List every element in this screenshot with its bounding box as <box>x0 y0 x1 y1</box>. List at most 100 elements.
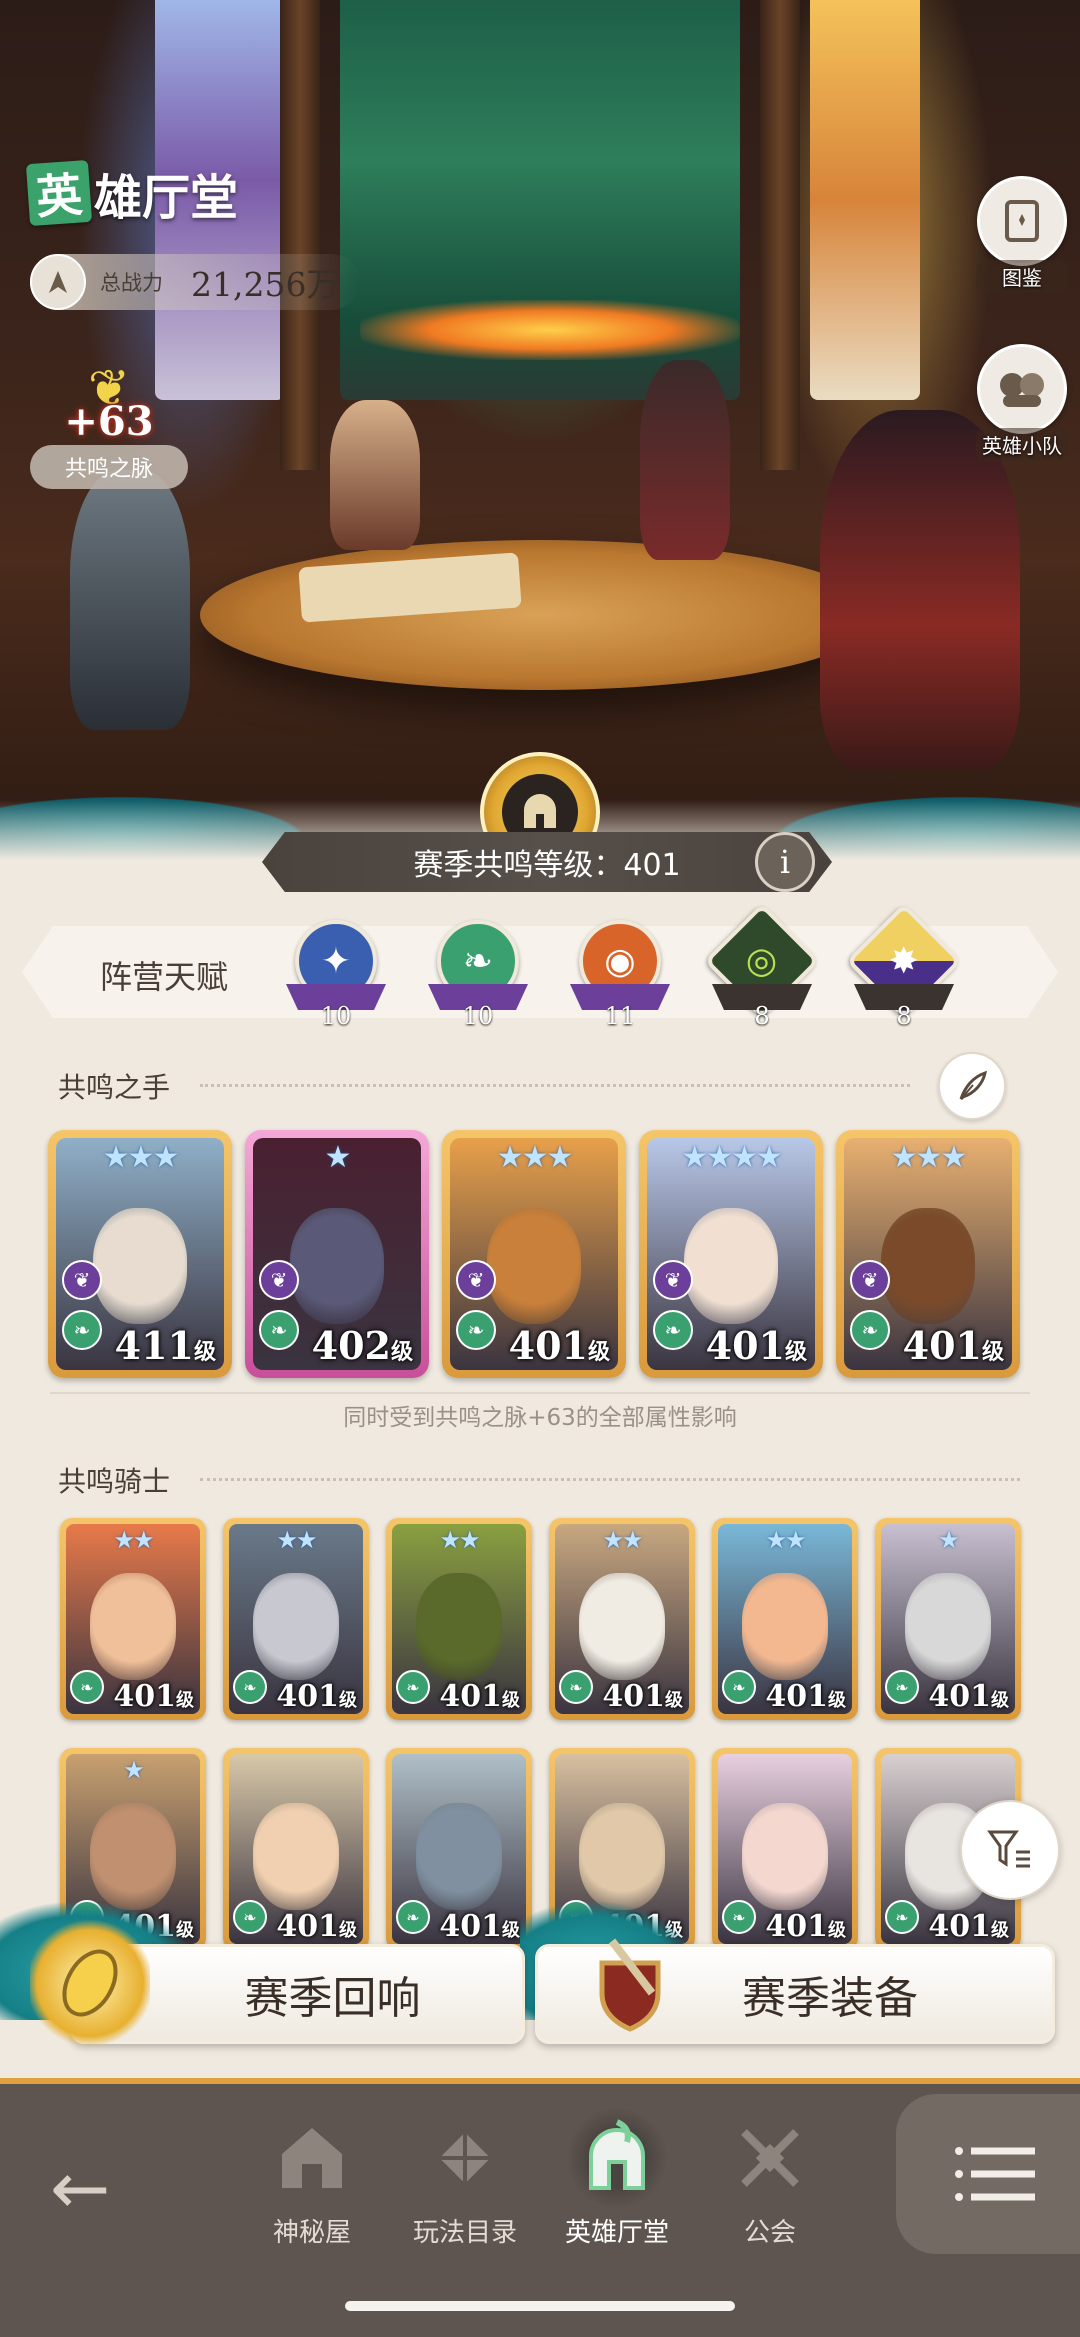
team-icon <box>977 344 1067 434</box>
knight-card[interactable]: ★★ ❧ 401级 <box>60 1518 206 1720</box>
nav-hero-hall[interactable]: 英雄厅堂 <box>537 2108 697 2249</box>
nav-game-catalog[interactable]: 玩法目录 <box>385 2108 545 2249</box>
pulse-label: 共鸣之脉 <box>30 445 188 489</box>
level-number: 411 <box>114 1323 194 1368</box>
level-unit: 级 <box>665 1690 683 1711</box>
level-unit: 级 <box>587 1339 610 1365</box>
knight-card[interactable]: ❧ 401级 <box>712 1748 858 1950</box>
level-unit: 级 <box>339 1920 357 1941</box>
hero-level: 401级 <box>439 1679 520 1714</box>
hero-team-button[interactable]: 英雄小队 <box>976 344 1068 461</box>
knight-card[interactable]: ★ ❧ 401级 <box>875 1518 1021 1720</box>
codex-button[interactable]: 图鉴 <box>976 176 1068 293</box>
level-number: 401 <box>928 1909 991 1944</box>
level-unit: 级 <box>339 1690 357 1711</box>
level-number: 401 <box>705 1323 785 1368</box>
faction-medal-graveborn[interactable]: ◎ 8 <box>704 903 820 1030</box>
class-icon: ❦ <box>850 1260 890 1300</box>
class-icon: ❦ <box>62 1260 102 1300</box>
level-number: 401 <box>765 1909 828 1944</box>
level-number: 401 <box>508 1323 588 1368</box>
hero-portrait <box>683 1207 779 1324</box>
hand-hero-card[interactable]: ★★★ ❦ ❧ 401级 <box>836 1130 1020 1378</box>
knights-section-title: 共鸣骑士 <box>58 1465 171 1498</box>
menu-list-icon <box>955 2147 1035 2201</box>
hero-level: 401级 <box>928 1679 1009 1714</box>
hero-portrait <box>253 1573 339 1680</box>
resonance-pulse[interactable]: ❦ +63 共鸣之脉 <box>30 363 188 489</box>
faction-medal-celestial-hypogean[interactable]: ✸ 8 <box>846 903 962 1030</box>
stars-icon: ★★★ <box>890 1140 968 1175</box>
faction-medal-mauler[interactable]: ◉ 11 <box>570 920 670 1030</box>
hero-portrait <box>880 1207 976 1324</box>
hero-portrait <box>742 1803 828 1910</box>
hand-hero-card[interactable]: ★ ❦ ❧ 402级 <box>245 1130 429 1378</box>
hero-portrait <box>416 1573 502 1680</box>
hero-figure[interactable] <box>820 410 1020 770</box>
gear-shield-icon <box>570 1918 690 2048</box>
stars-icon: ★ <box>324 1140 352 1175</box>
faction-icon: ❧ <box>396 1900 430 1934</box>
guild-icon <box>720 2108 820 2208</box>
level-unit: 级 <box>502 1920 520 1941</box>
class-icon: ❦ <box>653 1260 693 1300</box>
hero-level: 401级 <box>276 1679 357 1714</box>
knight-card[interactable]: ❧ 401级 <box>386 1748 532 1950</box>
hand-hero-card[interactable]: ★★★ ❦ ❧ 411级 <box>48 1130 232 1378</box>
stars-icon: ★★ <box>602 1526 643 1554</box>
hero-portrait <box>416 1803 502 1910</box>
info-button[interactable]: i <box>755 832 815 892</box>
codex-label: 图鉴 <box>976 260 1068 293</box>
hands-note: 同时受到共鸣之脉+63的全部属性影响 <box>343 1405 737 1431</box>
class-icon: ❦ <box>456 1260 496 1300</box>
hero-level: 401级 <box>928 1909 1009 1944</box>
level-number: 401 <box>602 1679 665 1714</box>
knight-card[interactable]: ❧ 401级 <box>223 1748 369 1950</box>
level-number: 401 <box>276 1679 339 1714</box>
hero-portrait <box>905 1573 991 1680</box>
nav-guild[interactable]: 公会 <box>690 2108 850 2249</box>
pulse-bonus: +63 <box>64 398 154 445</box>
knight-card[interactable]: ★★ ❧ 401级 <box>549 1518 695 1720</box>
nav-mystery-house[interactable]: 神秘屋 <box>232 2108 392 2249</box>
hand-hero-card[interactable]: ★★★ ❦ ❧ 401级 <box>442 1130 626 1378</box>
title-text: 雄厅堂 <box>94 170 239 226</box>
level-unit: 级 <box>828 1690 846 1711</box>
hero-portrait <box>486 1207 582 1324</box>
stars-icon: ★★★ <box>102 1140 180 1175</box>
knight-card[interactable]: ★★ ❧ 401级 <box>386 1518 532 1720</box>
quill-icon[interactable] <box>938 1052 1006 1120</box>
nav-label: 神秘屋 <box>272 2218 351 2248</box>
knight-card[interactable]: ★★ ❧ 401级 <box>712 1518 858 1720</box>
hero-figure[interactable] <box>330 400 420 550</box>
hero-figure[interactable] <box>70 470 190 730</box>
level-unit: 级 <box>176 1690 194 1711</box>
knight-card[interactable]: ★★ ❧ 401级 <box>223 1518 369 1720</box>
title-badge: 英 <box>25 159 93 227</box>
faction-medal-lightbearer[interactable]: ✦ 10 <box>286 920 386 1030</box>
level-number: 402 <box>311 1323 391 1368</box>
faction-icon: ❧ <box>559 1670 593 1704</box>
back-arrow-icon[interactable]: ← <box>50 2146 110 2230</box>
power-label: 总战力 <box>100 271 163 295</box>
power-icon <box>30 254 86 310</box>
filter-button[interactable] <box>960 1800 1060 1900</box>
medal-value: 11 <box>604 1002 636 1030</box>
menu-button[interactable] <box>896 2094 1080 2254</box>
hand-hero-card[interactable]: ★★★★ ❦ ❧ 401级 <box>639 1130 823 1378</box>
hero-level: 401级 <box>113 1679 194 1714</box>
page-title: 英 雄厅堂 <box>25 158 239 228</box>
hero-figure[interactable] <box>640 360 730 560</box>
total-power[interactable]: 总战力 21,256万 <box>30 254 360 310</box>
hero-portrait <box>253 1803 339 1910</box>
hero-level: 401级 <box>602 1679 683 1714</box>
hero-level: 411级 <box>115 1323 216 1368</box>
level-number: 401 <box>765 1679 828 1714</box>
faction-icon: ❧ <box>70 1670 104 1704</box>
medal-value: 10 <box>462 1002 494 1030</box>
level-number: 401 <box>928 1679 991 1714</box>
hero-level: 401级 <box>509 1323 610 1368</box>
level-unit: 级 <box>390 1339 413 1365</box>
faction-icon: ❧ <box>722 1670 756 1704</box>
faction-medal-wilder[interactable]: ❧ 10 <box>428 920 528 1030</box>
